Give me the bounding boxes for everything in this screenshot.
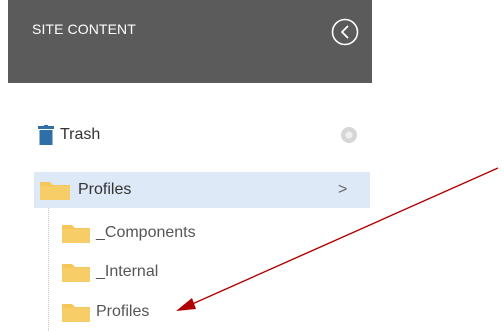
page: SITE CONTENT Trash Profiles > _Component… (0, 0, 504, 331)
annotation-arrow (176, 167, 499, 311)
